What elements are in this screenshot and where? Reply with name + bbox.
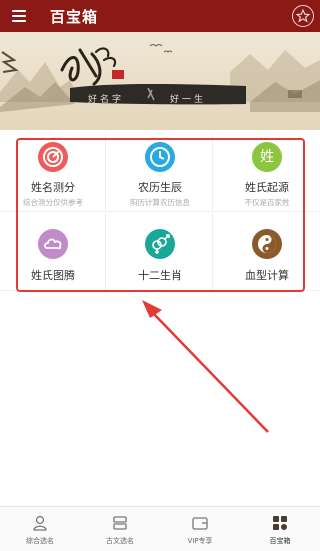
cloud-icon: [38, 229, 68, 259]
banner[interactable]: 好名字 好一生: [0, 32, 320, 130]
tool-title: 十二生肖: [138, 269, 182, 282]
nav-item-toolbox[interactable]: 百宝箱: [240, 507, 320, 551]
nav-item-vip[interactable]: VIP专享: [160, 507, 240, 551]
tool-title: 农历生辰: [138, 181, 182, 194]
banner-slogan-name: 好名字: [88, 95, 125, 105]
banner-slogan-life: 好一生: [170, 95, 207, 105]
tool-lunar-birth[interactable]: 农历生辰 阳历计算农历信息: [107, 134, 213, 212]
person-icon: [31, 514, 49, 532]
target-icon: [38, 142, 68, 172]
tool-blood-type[interactable]: 血型计算: [214, 213, 320, 291]
nav-label: 古文选名: [106, 537, 134, 545]
tool-name-score[interactable]: 姓名测分 综合测分仅供参考: [0, 134, 106, 212]
app-header: 百宝箱: [0, 0, 320, 32]
book-icon: [111, 514, 129, 532]
clock-icon: [145, 142, 175, 172]
logo-calligraphy: [60, 47, 124, 86]
toolbox-grid: 姓名测分 综合测分仅供参考 农历生辰 阳历计算农历信息 姓 姓氏起源 不仅是百家…: [0, 134, 320, 294]
tool-title: 血型计算: [245, 269, 289, 282]
tool-title: 姓名测分: [31, 181, 75, 194]
surname-icon: 姓: [252, 142, 282, 172]
gender-icon: [145, 229, 175, 259]
star-icon[interactable]: [292, 5, 314, 27]
tool-subtitle: 综合测分仅供参考: [23, 198, 83, 207]
bottom-nav: 综合选名 古文选名 VIP专享 百宝箱: [0, 506, 320, 551]
tool-title: 姓氏图腾: [31, 269, 75, 282]
wallet-icon: [191, 514, 209, 532]
yin-yang-icon: [252, 229, 282, 259]
tool-subtitle: 不仅是百家姓: [244, 198, 290, 207]
nav-item-comprehensive[interactable]: 综合选名: [0, 507, 80, 551]
nav-item-classical[interactable]: 古文选名: [80, 507, 160, 551]
tool-title: 姓氏起源: [245, 181, 289, 194]
grid-icon: [271, 514, 289, 532]
page-title: 百宝箱: [50, 8, 99, 26]
tool-surname-origin[interactable]: 姓 姓氏起源 不仅是百家姓: [214, 134, 320, 212]
nav-label: VIP专享: [187, 537, 213, 545]
nav-label: 百宝箱: [269, 537, 291, 545]
tool-subtitle: 阳历计算农历信息: [130, 198, 190, 207]
tool-zodiac[interactable]: 十二生肖: [107, 213, 213, 291]
menu-icon[interactable]: [12, 10, 26, 22]
nav-label: 综合选名: [26, 537, 54, 545]
tool-surname-totem[interactable]: 姓氏图腾: [0, 213, 106, 291]
